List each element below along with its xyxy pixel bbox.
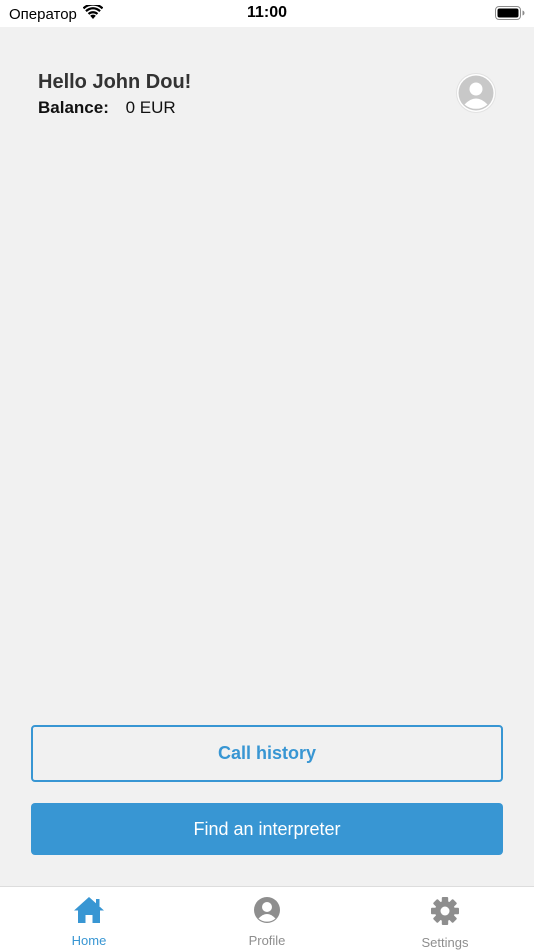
home-icon [73,896,105,929]
greeting-title: Hello John Dou! [38,71,192,93]
battery-icon [495,6,525,20]
balance-value: 0 EUR [125,98,176,117]
tab-profile[interactable]: Profile [178,887,356,950]
user-avatar-icon[interactable] [457,74,495,112]
tab-home[interactable]: Home [0,887,178,950]
status-bar: Оператор 11:00 [0,0,534,27]
tab-settings[interactable]: Settings [356,887,534,950]
find-interpreter-button[interactable]: Find an interpreter [31,803,503,855]
balance-label: Balance: [38,98,109,117]
gear-icon [430,896,460,931]
tab-profile-label: Profile [248,933,286,948]
clock: 11:00 [246,4,288,21]
tab-bar: Home Profile Settings [0,886,534,950]
home-screen: Hello John Dou! Balance: 0 EUR Call hist… [0,27,534,886]
call-history-button[interactable]: Call history [31,725,503,782]
tab-home-label: Home [71,933,107,948]
profile-icon [253,896,281,929]
tab-settings-label: Settings [421,935,469,950]
balance-row: Balance: 0 EUR [38,98,176,118]
